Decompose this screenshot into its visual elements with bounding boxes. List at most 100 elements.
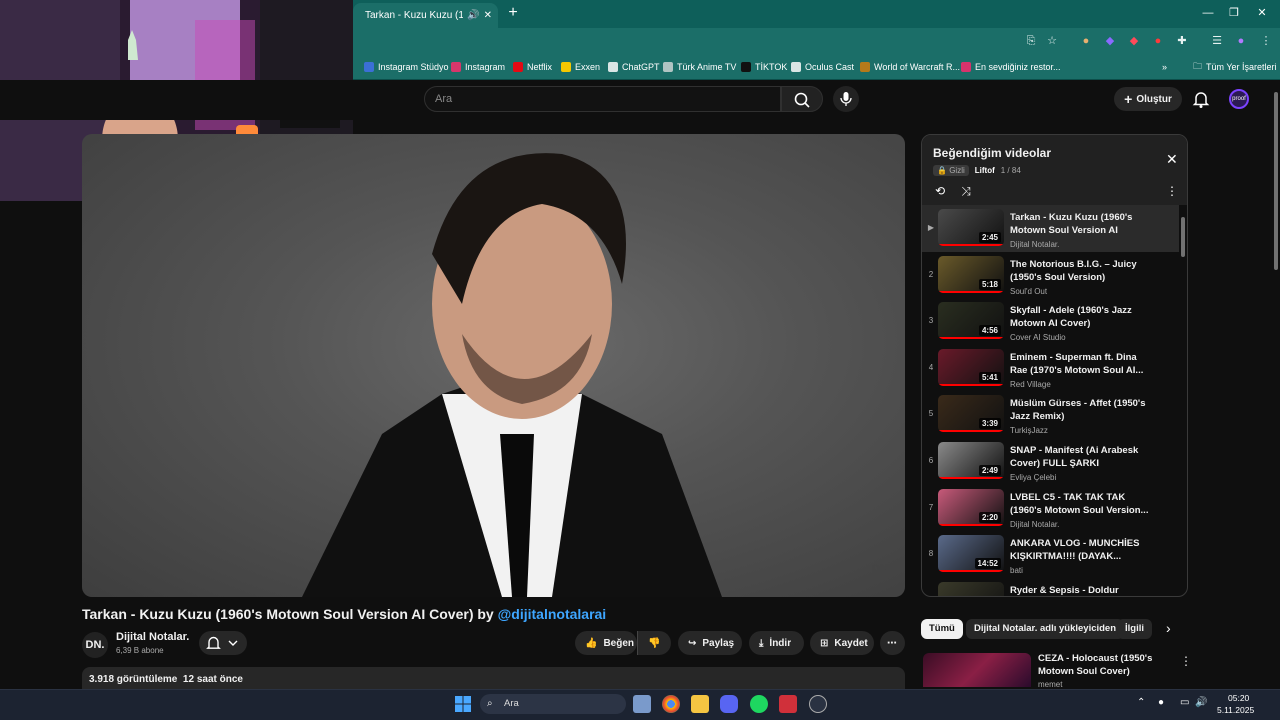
clock-date[interactable]: 5.11.2025 xyxy=(1217,705,1254,715)
notifications-bell-icon[interactable] xyxy=(1192,89,1210,109)
browser-tab[interactable]: Tarkan - Kuzu Kuzu (1960's 🔊 ✕ xyxy=(353,3,498,28)
bookmark-item[interactable]: World of Warcraft R... xyxy=(860,60,960,74)
close-icon[interactable]: ✕ xyxy=(1166,151,1178,168)
bookmark-item[interactable]: Instagram xyxy=(451,60,505,74)
playlist-item-thumbnail[interactable]: 5:18 xyxy=(938,255,1004,293)
taskbar-search[interactable]: Ara xyxy=(480,694,626,714)
clock-time[interactable]: 05:20 xyxy=(1228,693,1249,703)
spotify-app-icon[interactable] xyxy=(750,695,768,713)
like-button[interactable]: 👍 Beğen xyxy=(575,631,637,655)
playlist-item[interactable]: 3 4:56 Skyfall - Adele (1960's Jazz Motown… xyxy=(922,298,1179,345)
playlist-item-thumbnail[interactable]: 2:20 xyxy=(938,488,1004,526)
search-input[interactable]: Ara xyxy=(424,86,781,112)
extensions-puzzle-icon[interactable]: ✚ xyxy=(1175,34,1189,48)
microphone-tray-icon[interactable]: ● xyxy=(1158,697,1164,708)
new-tab-button[interactable]: + xyxy=(505,4,521,22)
bookmark-item[interactable]: Netflix xyxy=(513,60,552,74)
playlist-title[interactable]: Beğendiğim videolar xyxy=(933,146,1051,160)
page-scrollbar[interactable] xyxy=(1272,80,1280,689)
video-player[interactable]: DN. xyxy=(82,134,905,597)
chrome-app-icon[interactable] xyxy=(662,695,680,713)
create-button[interactable]: + Oluştur xyxy=(1114,87,1182,111)
playlist-menu-icon[interactable]: ⋮ xyxy=(1165,184,1179,198)
recommendation-title[interactable]: CEZA - Holocaust (1950's Motown Soul Cov… xyxy=(1038,652,1178,678)
filter-chip[interactable]: Tümü xyxy=(921,619,963,639)
playlist-item-thumbnail[interactable]: 14:52 xyxy=(938,535,1004,573)
save-button[interactable]: ⊞ Kaydet xyxy=(810,631,874,655)
streaming-app-icon[interactable] xyxy=(779,695,797,713)
playlist-item[interactable]: 6 2:49 SNAP - Manifest (Ai Arabesk Cover) … xyxy=(922,438,1179,485)
recommendation-channel[interactable]: memet xyxy=(1038,680,1062,689)
bookmark-item[interactable]: Exxen xyxy=(561,60,600,74)
filter-chip[interactable]: İlgili xyxy=(1117,619,1152,639)
bookmark-item[interactable]: Instagram Stüdyo xyxy=(364,60,449,74)
bookmark-favicon-icon xyxy=(513,62,523,72)
playlist-item-thumbnail[interactable]: 2:45 xyxy=(938,209,1004,246)
bookmark-star-icon[interactable]: ☆ xyxy=(1045,34,1059,48)
bookmark-item[interactable]: Türk Anime TV xyxy=(663,60,736,74)
search-button[interactable] xyxy=(781,86,823,112)
bookmarks-overflow-icon[interactable]: » xyxy=(1162,60,1167,74)
network-tray-icon[interactable]: ▭ xyxy=(1180,697,1189,708)
loop-icon[interactable]: ⟲ xyxy=(933,184,947,198)
dislike-button[interactable]: 👎 xyxy=(637,631,671,655)
channel-name[interactable]: Dijital Notalar. xyxy=(116,631,189,643)
file-explorer-icon[interactable] xyxy=(691,695,709,713)
close-window-button[interactable]: ✕ xyxy=(1252,5,1272,21)
chevron-right-icon[interactable]: › xyxy=(1166,620,1171,636)
cast-icon[interactable]: ⎘ xyxy=(1024,34,1038,48)
bookmark-item[interactable]: ChatGPT xyxy=(608,60,660,74)
discord-app-icon[interactable] xyxy=(720,695,738,713)
more-vertical-icon[interactable]: ⋮ xyxy=(1180,654,1192,668)
download-button[interactable]: ⤓ İndir xyxy=(749,631,804,655)
extension-icon[interactable]: ● xyxy=(1151,34,1165,48)
extension-icon[interactable]: ◆ xyxy=(1103,34,1117,48)
playlist-item[interactable]: ▶ 2:45 Tarkan - Kuzu Kuzu (1960's Motown S… xyxy=(922,205,1179,252)
tray-expand-icon[interactable]: ⌃ xyxy=(1137,697,1145,708)
extension-icon[interactable]: ● xyxy=(1079,34,1093,48)
channel-mention-link[interactable]: @dijitalnotalarai xyxy=(498,606,607,622)
extension-icon[interactable]: ◆ xyxy=(1127,34,1141,48)
all-bookmarks-folder[interactable]: 🗀 Tüm Yer İşaretleri xyxy=(1193,60,1277,74)
bookmark-item[interactable]: Oculus Cast xyxy=(791,60,854,74)
playlist-item-thumbnail[interactable]: 4:56 xyxy=(938,302,1004,340)
reading-list-icon[interactable]: ☰ xyxy=(1210,34,1224,48)
playlist-scrollbar[interactable] xyxy=(1180,207,1185,595)
more-actions-button[interactable]: ⋯ xyxy=(880,631,905,655)
filter-chip[interactable]: Dijital Notalar. adlı yükleyiciden xyxy=(966,619,1125,639)
page-scroll-thumb[interactable] xyxy=(1274,92,1278,270)
bookmark-item[interactable]: TİKTOK xyxy=(741,60,787,74)
playlist-item-thumbnail[interactable]: 3:39 xyxy=(938,395,1004,433)
playlist-scroll-thumb[interactable] xyxy=(1181,217,1185,257)
channel-avatar[interactable]: DN. xyxy=(82,632,108,658)
recommendation-thumbnail[interactable] xyxy=(923,653,1031,687)
minimize-button[interactable]: — xyxy=(1198,5,1218,21)
playlist-item[interactable]: 8 14:52 ANKARA VLOG - MUNCHİES KIŞKIRTMA!!… xyxy=(922,531,1179,578)
restore-button[interactable]: ❐ xyxy=(1224,5,1244,21)
playlist-item[interactable]: 7 2:20 LVBEL C5 - TAK TAK TAK (1960's Moto… xyxy=(922,485,1179,532)
photos-app-icon[interactable] xyxy=(633,695,651,713)
playlist-item[interactable]: Ryder & Sepsis - Doldur xyxy=(922,578,1179,596)
share-button[interactable]: ↪ Paylaş xyxy=(678,631,742,655)
subscription-bell-button[interactable] xyxy=(199,631,247,655)
playlist-item-index: 3 xyxy=(928,316,934,326)
playlist-item-title: LVBEL C5 - TAK TAK TAK (1960's Motown So… xyxy=(1010,491,1149,516)
volume-tray-icon[interactable]: 🔊 xyxy=(1195,697,1207,708)
speaker-icon[interactable]: 🔊 xyxy=(467,10,479,21)
playlist-item[interactable]: 5 3:39 Müslüm Gürses - Affet (1950's Jazz … xyxy=(922,391,1179,438)
playlist-item[interactable]: 4 5:41 Eminem - Superman ft. Dina Rae (197… xyxy=(922,345,1179,392)
browser-menu-icon[interactable]: ⋮ xyxy=(1259,34,1273,48)
profile-icon[interactable]: ● xyxy=(1234,34,1248,48)
windows-start-icon[interactable] xyxy=(454,695,472,713)
playlist-owner[interactable]: Liftof xyxy=(975,166,995,175)
account-avatar[interactable]: proof xyxy=(1229,89,1249,109)
voice-search-button[interactable] xyxy=(833,86,859,112)
bookmark-item[interactable]: En sevdiğiniz restor... xyxy=(961,60,1061,74)
playlist-item-thumbnail[interactable] xyxy=(938,581,1004,596)
steam-app-icon[interactable] xyxy=(809,695,827,713)
playlist-item-thumbnail[interactable]: 2:49 xyxy=(938,442,1004,479)
shuffle-icon[interactable]: ⤨ xyxy=(959,184,973,198)
playlist-item-thumbnail[interactable]: 5:41 xyxy=(938,348,1004,386)
close-tab-icon[interactable]: ✕ xyxy=(484,10,492,21)
playlist-item[interactable]: 2 5:18 The Notorious B.I.G. – Juicy (1950'… xyxy=(922,252,1179,299)
